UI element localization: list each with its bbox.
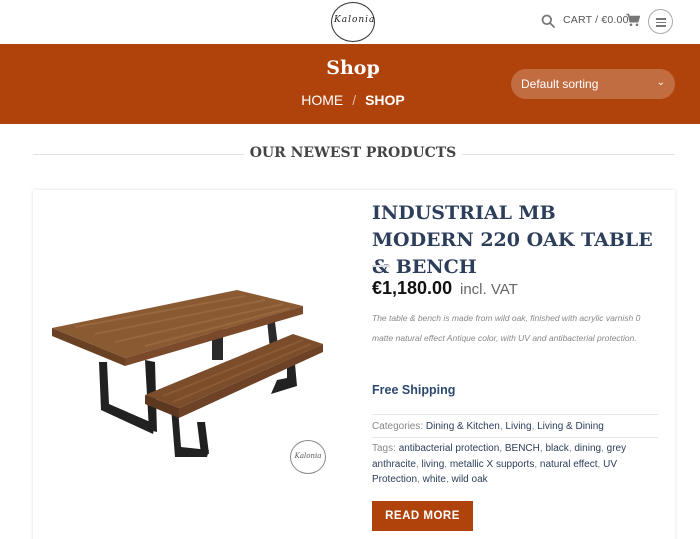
logo-text: Kalonia <box>334 15 376 25</box>
product-categories: Categories: Dining & Kitchen, Living, Li… <box>372 421 604 432</box>
section-title: OUR NEWEST PRODUCTS <box>249 145 457 161</box>
meta-divider <box>372 414 658 415</box>
categories-label: Categories: <box>372 421 424 432</box>
search-icon[interactable] <box>541 14 555 28</box>
category-link[interactable]: Living <box>505 421 531 432</box>
meta-divider <box>372 437 658 438</box>
breadcrumb-current: SHOP <box>365 92 405 108</box>
sorting-selected-value: Default sorting <box>521 77 599 91</box>
cart-icon[interactable] <box>626 13 640 27</box>
watermark-logo: Kalonia <box>290 440 326 474</box>
shipping-info: Free Shipping <box>372 383 456 397</box>
breadcrumb-home[interactable]: HOME <box>301 92 343 108</box>
tags-label: Tags: <box>372 443 396 454</box>
read-more-button[interactable]: READ MORE <box>372 501 473 531</box>
price-vat-label: incl. VAT <box>460 281 518 298</box>
tag-link[interactable]: living <box>421 459 444 470</box>
tag-link[interactable]: BENCH <box>505 443 540 454</box>
cart-link[interactable]: CART / €0.00 <box>563 14 629 26</box>
tag-link[interactable]: dining <box>574 443 601 454</box>
tag-link[interactable]: white <box>423 474 446 485</box>
product-description: The table & bench is made from wild oak,… <box>372 313 641 343</box>
watermark-text: Kalonia <box>294 452 322 460</box>
site-header: Kalonia CART / €0.00 <box>0 0 700 44</box>
product-title[interactable]: INDUSTRIAL MB MODERN 220 OAK TABLE & BEN… <box>372 200 662 281</box>
category-link[interactable]: Living & Dining <box>537 421 604 432</box>
breadcrumb-separator: / <box>352 92 357 108</box>
product-price: €1,180.00 <box>372 278 453 298</box>
menu-button[interactable] <box>648 9 673 34</box>
tag-link[interactable]: black <box>545 443 568 454</box>
sorting-select[interactable]: Default sorting ⌄ <box>511 69 675 99</box>
category-link[interactable]: Dining & Kitchen <box>426 421 500 432</box>
tag-link[interactable]: wild oak <box>452 474 488 485</box>
chevron-down-icon: ⌄ <box>656 77 665 88</box>
tag-link[interactable]: antibacterial protection <box>399 443 500 454</box>
site-logo[interactable]: Kalonia <box>331 2 375 42</box>
tag-link[interactable]: natural effect <box>540 459 598 470</box>
product-tags: Tags: antibacterial protection, BENCH, b… <box>372 443 627 485</box>
tag-link[interactable]: metallic X supports <box>450 459 534 470</box>
product-image[interactable] <box>45 282 330 467</box>
title-divider <box>372 265 390 267</box>
hamburger-menu-icon <box>656 18 666 20</box>
